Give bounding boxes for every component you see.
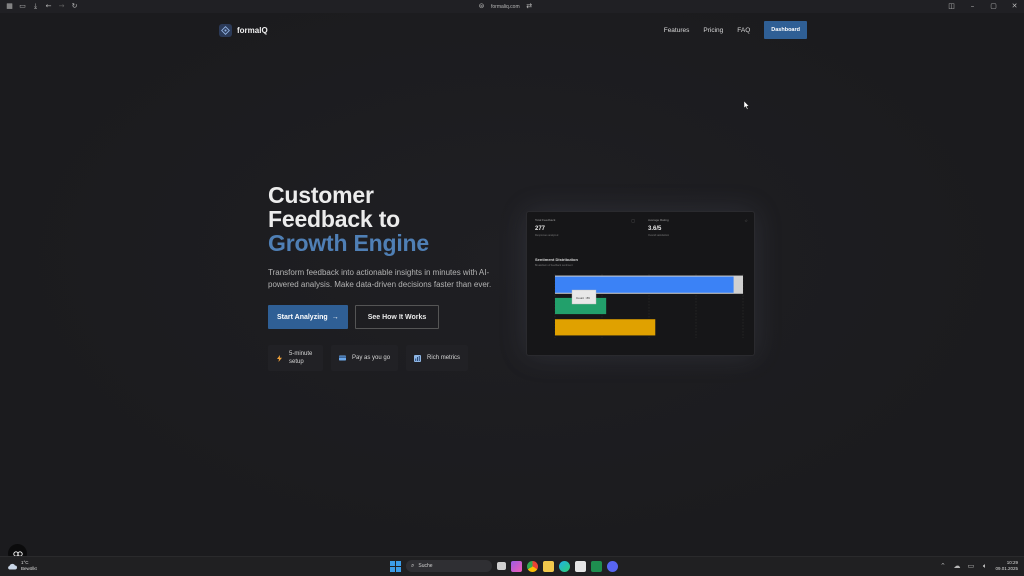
stat-value: 3.6/5 [648, 226, 662, 232]
stat-note: Overall satisfaction [648, 234, 670, 237]
taskbar-search[interactable]: ⌕ Suche [406, 560, 492, 572]
onedrive-icon[interactable]: ☁ [953, 562, 960, 570]
download-icon[interactable]: ⤓ [32, 3, 39, 10]
site-info-icon[interactable]: ⊜ [478, 3, 485, 10]
start-analyzing-label: Start Analyzing [277, 313, 328, 321]
sidebar-icon[interactable]: ◫ [948, 3, 955, 10]
brand-name: formalQ [237, 25, 268, 35]
copilot-icon[interactable] [511, 560, 522, 572]
hero-title-line1: Customer [268, 182, 374, 208]
back-icon[interactable]: ← [45, 3, 52, 10]
tabs-icon[interactable]: ▭ [19, 3, 26, 10]
discord-icon[interactable] [607, 560, 618, 572]
dashboard-button[interactable]: Dashboard [764, 21, 807, 39]
stat-total-feedback: Total Feedback 277 Responses analyzed ▢ [535, 218, 641, 244]
arrow-right-icon: → [331, 313, 339, 321]
chat-icon: ▢ [631, 218, 635, 223]
nav-link-pricing[interactable]: Pricing [703, 27, 723, 34]
feature-label: Pay as you go [352, 355, 391, 361]
browser-toolbar: ▦ ▭ ⤓ ← → ↻ ⊜ formaliq.com ⇄ ◫ – ▢ ✕ [0, 0, 1024, 13]
taskbar: 1°C Bewölkt ⌕ Suche ⌃ ☁ ▭ 🔈︎ 10:29 09.01… [0, 556, 1024, 576]
start-button[interactable] [390, 560, 401, 572]
hero-section: Customer Feedback to Growth Engine Trans… [268, 183, 508, 371]
cloud-icon [8, 563, 17, 569]
chevron-up-icon[interactable]: ⌃ [939, 562, 946, 570]
nav-link-features[interactable]: Features [664, 27, 690, 34]
reload-icon[interactable]: ↻ [71, 3, 78, 10]
volume-icon[interactable]: 🔈︎ [981, 562, 988, 570]
minimize-icon[interactable]: – [969, 3, 976, 10]
hero-title-accent: Growth Engine [268, 230, 429, 256]
date: 09.01.2025 [995, 566, 1018, 571]
stat-value: 277 [535, 226, 546, 232]
star-icon: ☆ [744, 218, 748, 223]
store-icon[interactable] [575, 560, 586, 572]
hero-subtitle: Transform feedback into actionable insig… [268, 268, 492, 289]
weather-condition: Bewölkt [21, 566, 37, 571]
stat-label: Average Rating [648, 218, 669, 222]
dashboard-preview: Total Feedback 277 Responses analyzed ▢ … [526, 211, 755, 356]
maximize-icon[interactable]: ▢ [990, 3, 997, 10]
excel-icon[interactable] [591, 560, 602, 572]
page-settings-icon[interactable]: ⇄ [526, 3, 533, 10]
stat-average-rating: Average Rating 3.6/5 Overall satisfactio… [648, 218, 754, 244]
chrome-icon[interactable] [527, 560, 538, 572]
feature-pill-pricing: Pay as you go [331, 345, 399, 371]
feature-pill-metrics: Rich metrics [406, 345, 469, 371]
feature-label: 5-minute setup [289, 351, 313, 365]
hero-title-line2: Feedback to [268, 206, 401, 232]
chart-subtitle: Breakdown of feedback sentiment [535, 264, 573, 267]
search-label: Suche [418, 563, 433, 569]
chart-title: Sentiment Distribution [535, 257, 578, 262]
logo-icon [219, 23, 232, 37]
top-nav: formalQ Features Pricing FAQ Dashboard [219, 20, 807, 40]
clock[interactable]: 10:29 09.01.2025 [995, 560, 1018, 572]
card-icon [339, 355, 346, 362]
lightning-icon [276, 354, 283, 362]
feature-pills: 5-minute setup Pay as you go Rich metric… [268, 345, 508, 371]
display-icon[interactable]: ▭ [967, 562, 975, 570]
search-icon: ⌕ [411, 562, 415, 569]
stat-label: Total Feedback [535, 218, 556, 222]
landing-page: formalQ Features Pricing FAQ Dashboard C… [0, 13, 1024, 563]
start-analyzing-button[interactable]: Start Analyzing → [268, 305, 348, 329]
forward-icon[interactable]: → [58, 3, 65, 10]
feature-label: Rich metrics [427, 355, 461, 361]
stat-note: Responses analyzed [535, 234, 559, 237]
task-view-icon[interactable] [497, 562, 506, 570]
chart-bar [555, 319, 656, 336]
edge-icon[interactable] [559, 560, 570, 572]
nav-link-faq[interactable]: FAQ [737, 27, 750, 34]
file-explorer-icon[interactable] [543, 560, 554, 572]
close-icon[interactable]: ✕ [1011, 3, 1018, 10]
address-bar[interactable]: formaliq.com [491, 4, 520, 10]
see-how-it-works-button[interactable]: See How It Works [354, 305, 440, 329]
chart-tooltip-text: Count : 89 [576, 296, 590, 300]
logo[interactable]: formalQ [219, 23, 268, 37]
sentiment-chart: Count : 89 [554, 274, 744, 338]
weather-widget[interactable]: 1°C Bewölkt [7, 560, 37, 572]
metrics-icon [414, 354, 422, 362]
mouse-cursor-icon [744, 101, 750, 110]
chart-tooltip: Count : 89 [571, 289, 597, 305]
workspaces-icon[interactable]: ▦ [6, 3, 13, 10]
feature-pill-setup: 5-minute setup [268, 345, 323, 371]
